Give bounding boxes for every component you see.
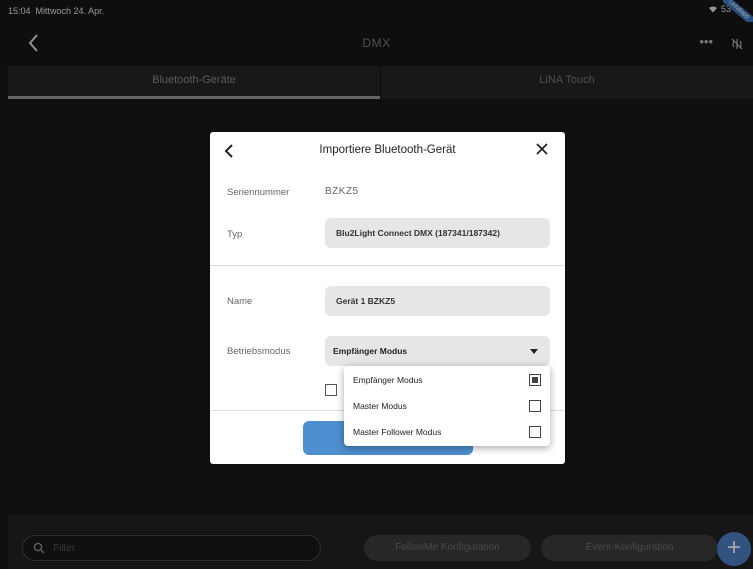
dropdown-option-master-follower-mode[interactable]: Master Follower Modus <box>344 419 550 445</box>
operating-mode-dropdown: Empfänger Modus Master Modus Master Foll… <box>344 366 550 446</box>
dropdown-option-master-mode[interactable]: Master Modus <box>344 393 550 419</box>
option-label: Master Modus <box>353 401 407 411</box>
serial-number-label: Seriennummer <box>227 187 290 198</box>
dropdown-arrow-icon <box>530 349 538 354</box>
dialog-header: Importiere Bluetooth-Gerät <box>210 132 565 170</box>
dropdown-option-receiver-mode[interactable]: Empfänger Modus <box>344 367 550 393</box>
type-field: Blu2Light Connect DMX (187341/187342) <box>325 218 550 248</box>
dialog-checkbox[interactable] <box>325 384 337 396</box>
close-icon[interactable] <box>535 142 549 156</box>
section-divider <box>210 265 565 266</box>
operating-mode-select[interactable]: Empfänger Modus <box>325 336 550 366</box>
name-label: Name <box>227 296 253 307</box>
type-label: Typ <box>227 229 243 240</box>
serial-number-value: BZKZ5 <box>325 186 359 197</box>
dialog-title: Importiere Bluetooth-Gerät <box>319 144 456 156</box>
checkbox-unchecked-icon[interactable] <box>529 426 541 438</box>
operating-mode-label: Betriebsmodus <box>227 346 291 357</box>
checkbox-checked-icon[interactable] <box>529 374 541 386</box>
checkbox-unchecked-icon[interactable] <box>529 400 541 412</box>
option-label: Master Follower Modus <box>353 427 442 437</box>
name-field[interactable]: Gerät 1 BZKZ5 <box>325 286 550 316</box>
operating-mode-value: Empfänger Modus <box>333 346 408 356</box>
option-label: Empfänger Modus <box>353 375 423 385</box>
